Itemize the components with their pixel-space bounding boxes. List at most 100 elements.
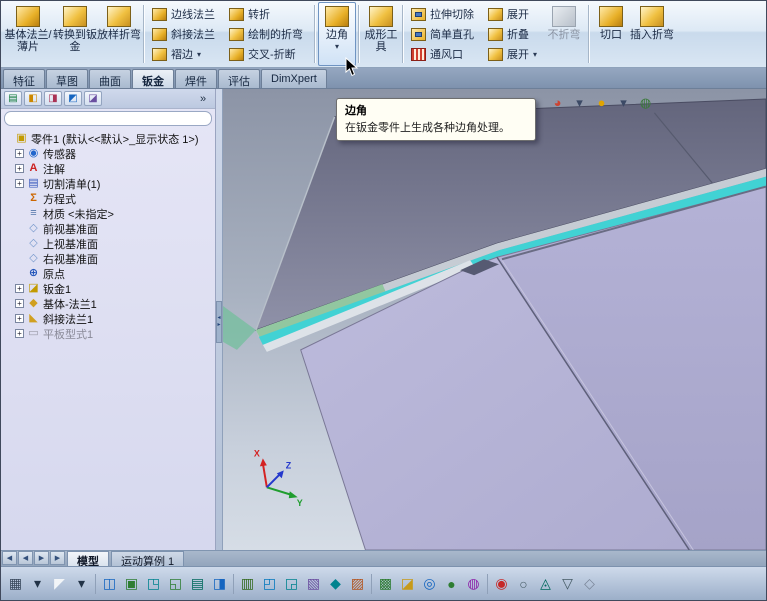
featuremanager-filter-input[interactable] (4, 111, 212, 126)
insert-bends-button[interactable]: 插入折弯 (630, 2, 674, 66)
expand-box[interactable] (15, 179, 24, 188)
forming-tool-button[interactable]: 成形工具 (362, 2, 400, 66)
expand-box[interactable] (15, 149, 24, 158)
command-tab[interactable]: 曲面 (89, 69, 131, 88)
command-tab[interactable]: 焊件 (175, 69, 217, 88)
expand-box[interactable] (15, 299, 24, 308)
tree-item[interactable]: ◉ 传感器 (3, 146, 213, 161)
panel-tab-icon[interactable]: ▤ (4, 91, 22, 106)
toolbar-tool-icon[interactable]: ▤ (188, 573, 207, 595)
tree-item[interactable]: ◪ 钣金1 (3, 281, 213, 296)
ribbon-small-button[interactable]: 绘制的折弯 (224, 25, 312, 43)
corner-dropdown-caret-icon[interactable]: ▾ (335, 43, 339, 51)
ribbon-small-button[interactable]: 交叉-折断 (224, 45, 312, 63)
tree-item[interactable]: ▤ 切割清单(1) (3, 176, 213, 191)
toolbar-tool-icon[interactable]: ▾ (28, 573, 47, 595)
toolbar-tool-icon[interactable]: ◆ (326, 573, 345, 595)
toolbar-tool-icon[interactable]: ◲ (282, 573, 301, 595)
rip-button[interactable]: 切口 (592, 2, 630, 66)
ribbon-small-icon (488, 47, 503, 61)
toolbar-tool-icon[interactable]: ◫ (100, 573, 119, 595)
toolbar-tool-icon[interactable]: ◱ (166, 573, 185, 595)
model-viewport[interactable]: ▭ ⊞ ◔ ↻ ▦ ◧ ▾ ◐ ◕ ▾ (223, 89, 766, 550)
ribbon-small-button[interactable]: 边线法兰 (147, 5, 224, 23)
toolbar-tool-icon[interactable]: ▧ (304, 573, 323, 595)
panel-tab-icon[interactable]: ◪ (84, 91, 102, 106)
ribbon-small-button[interactable]: 展开 (483, 5, 542, 23)
base-flange-button[interactable]: 基体法兰/薄片 (3, 2, 53, 66)
toolbar-tool-icon[interactable]: ▦ (6, 573, 25, 595)
view-tool-icon[interactable]: ◍ (637, 94, 654, 111)
toolbar-tool-icon[interactable] (232, 572, 235, 595)
study-tab[interactable]: 运动算例 1 (111, 551, 185, 568)
tree-item[interactable]: ◆ 基体-法兰1 (3, 296, 213, 311)
ribbon-small-button[interactable]: 拉伸切除 (406, 5, 483, 23)
ribbon-small-button[interactable]: 转折 (224, 5, 312, 23)
lofted-bend-button[interactable]: 放样折弯 (97, 2, 141, 66)
tab-scroll-button[interactable]: ▶ (34, 551, 49, 565)
tree-item[interactable]: ◇ 上视基准面 (3, 236, 213, 251)
toolbar-tool-icon[interactable]: ◬ (536, 573, 555, 595)
tree-item[interactable]: ≡ 材质 <未指定> (3, 206, 213, 221)
toolbar-tool-icon[interactable]: ◨ (210, 573, 229, 595)
toolbar-tool-icon[interactable]: ▥ (238, 573, 257, 595)
tab-scroll-button[interactable]: ▶ (50, 551, 65, 565)
toolbar-tool-icon[interactable]: ▨ (348, 573, 367, 595)
tree-item[interactable]: ▭ 平板型式1 (3, 326, 213, 341)
view-tool-icon[interactable]: ▾ (571, 94, 588, 111)
expand-box[interactable] (15, 329, 24, 338)
view-tool-icon[interactable]: ● (593, 94, 610, 111)
toolbar-tool-icon[interactable]: ▽ (558, 573, 577, 595)
tree-root-item[interactable]: ▣ 零件1 (默认<<默认>_显示状态 1>) (3, 131, 213, 146)
toolbar-tool-icon[interactable]: ◍ (464, 573, 483, 595)
panel-tab-icon[interactable]: ◧ (24, 91, 42, 106)
ribbon-small-button[interactable]: 斜接法兰 (147, 25, 224, 43)
command-tab[interactable]: 草图 (46, 69, 88, 88)
toolbar-tool-icon[interactable]: ◇ (580, 573, 599, 595)
toolbar-tool-icon[interactable]: ▾ (72, 573, 91, 595)
toolbar-tool-icon[interactable]: ◤ (50, 573, 69, 595)
view-tool-icon[interactable]: ◕ (549, 94, 566, 111)
toolbar-tool-icon[interactable] (370, 572, 373, 595)
toolbar-tool-icon[interactable]: ◎ (420, 573, 439, 595)
panel-tab-icon[interactable]: ◨ (44, 91, 62, 106)
toolbar-tool-icon[interactable]: ◰ (260, 573, 279, 595)
tree-item-icon: ◉ (28, 147, 39, 159)
toolbar-tool-icon[interactable]: ▩ (376, 573, 395, 595)
expand-box[interactable] (15, 164, 24, 173)
ribbon-small-button[interactable]: 折叠 (483, 25, 542, 43)
convert-to-sheetmetal-button[interactable]: 转换到钣金 (53, 2, 97, 66)
splitter-handle-icon[interactable]: ◂ ▸ (216, 301, 222, 344)
panel-splitter[interactable]: ◂ ▸ (216, 89, 223, 550)
tab-scroll-button[interactable]: ◀ (2, 551, 17, 565)
ribbon-small-button[interactable]: 展开 ▾ (483, 45, 542, 63)
toolbar-tool-icon[interactable] (486, 572, 489, 595)
toolbar-tool-icon[interactable]: ◳ (144, 573, 163, 595)
command-tab[interactable]: 评估 (218, 69, 260, 88)
panel-tab-icon[interactable]: » (194, 91, 212, 106)
tree-item[interactable]: ⊕ 原点 (3, 266, 213, 281)
tree-item[interactable]: ◇ 前视基准面 (3, 221, 213, 236)
ribbon-small-button[interactable]: 褶边 ▾ (147, 45, 224, 63)
command-tab[interactable]: DimXpert (261, 69, 327, 88)
toolbar-tool-icon[interactable] (94, 572, 97, 595)
ribbon-small-button[interactable]: 通风口 (406, 45, 483, 63)
tree-item[interactable]: Σ 方程式 (3, 191, 213, 206)
toolbar-tool-icon[interactable]: ◉ (492, 573, 511, 595)
study-tab[interactable]: 模型 (67, 551, 109, 568)
tree-item[interactable]: A 注解 (3, 161, 213, 176)
tab-scroll-button[interactable]: ◀ (18, 551, 33, 565)
toolbar-tool-icon[interactable]: ◪ (398, 573, 417, 595)
panel-tab-icon[interactable]: ◩ (64, 91, 82, 106)
tree-item[interactable]: ◣ 斜接法兰1 (3, 311, 213, 326)
expand-box[interactable] (15, 284, 24, 293)
view-tool-icon[interactable]: ▾ (615, 94, 632, 111)
ribbon-small-button[interactable]: 简单直孔 (406, 25, 483, 43)
expand-box[interactable] (15, 314, 24, 323)
command-tab[interactable]: 特征 (3, 69, 45, 88)
tree-item[interactable]: ◇ 右视基准面 (3, 251, 213, 266)
toolbar-tool-icon[interactable]: ● (442, 573, 461, 595)
toolbar-tool-icon[interactable]: ○ (514, 573, 533, 595)
toolbar-tool-icon[interactable]: ▣ (122, 573, 141, 595)
command-tab[interactable]: 钣金 (132, 69, 174, 88)
